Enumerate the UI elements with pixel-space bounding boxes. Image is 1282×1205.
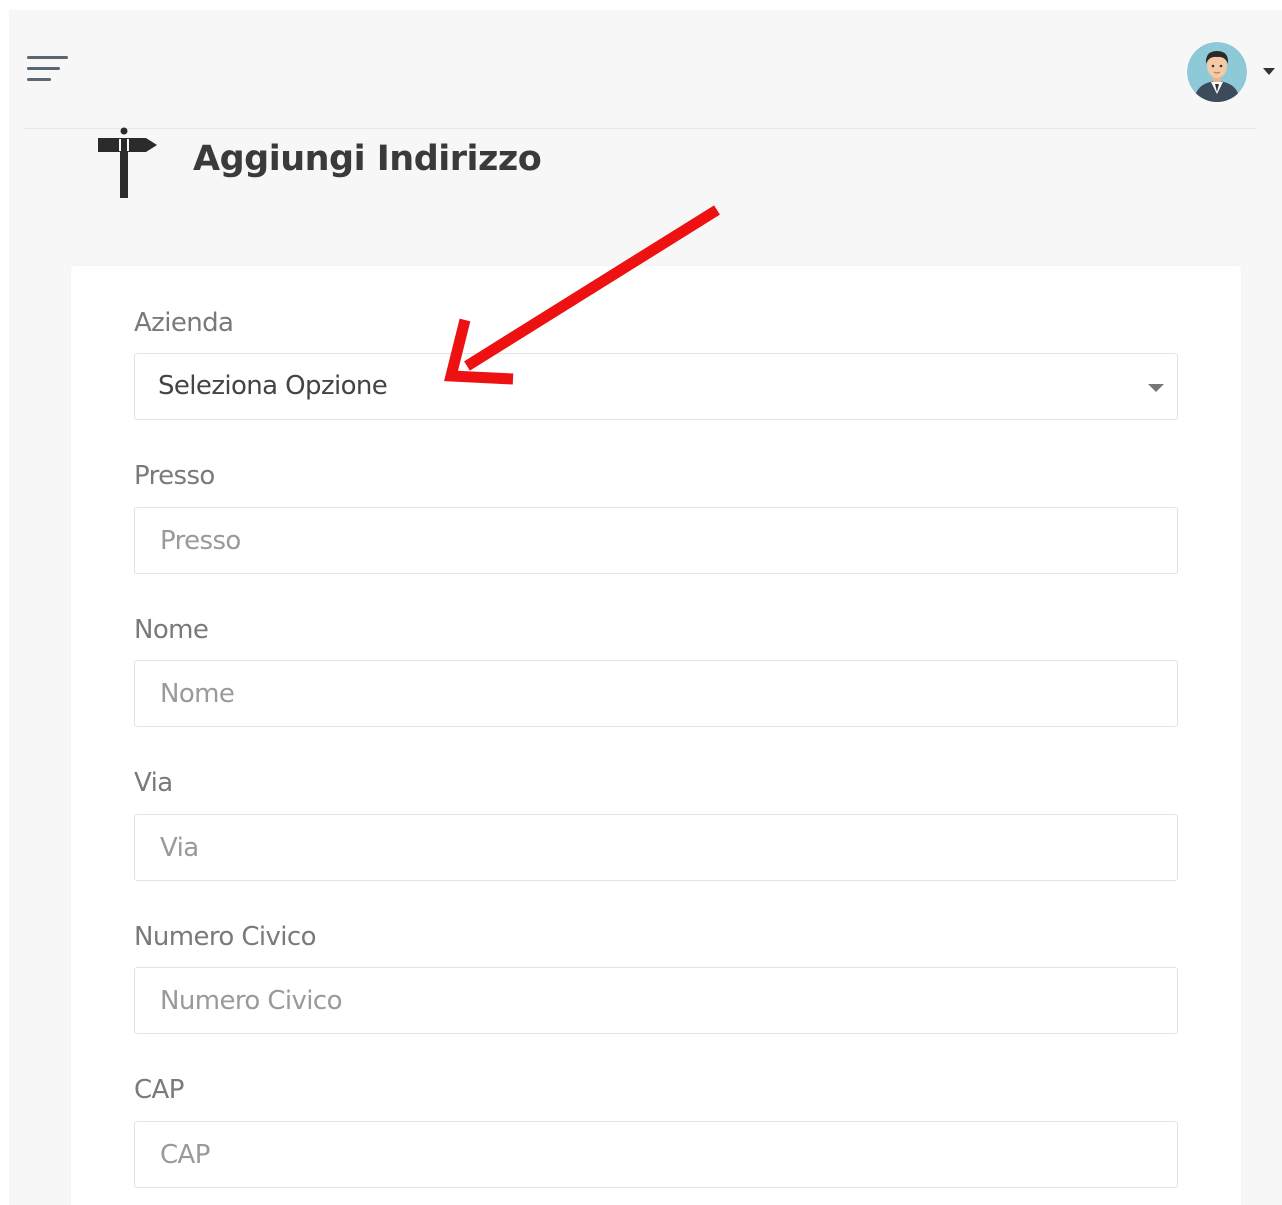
numero-civico-input[interactable]	[134, 967, 1178, 1034]
numero-civico-label: Numero Civico	[134, 922, 317, 952]
page-title: Aggiungi Indirizzo	[193, 139, 542, 179]
user-avatar-icon	[1187, 42, 1247, 102]
page-header: Aggiungi Indirizzo	[94, 126, 794, 206]
presso-input[interactable]	[134, 507, 1178, 574]
nome-input[interactable]	[134, 660, 1178, 727]
top-navbar	[9, 10, 1282, 128]
via-input[interactable]	[134, 814, 1178, 881]
azienda-label: Azienda	[134, 308, 234, 338]
via-label: Via	[134, 768, 173, 798]
address-form-card: Azienda Seleziona Opzione Presso Nome Vi…	[71, 266, 1241, 1205]
chevron-down-icon	[1148, 384, 1164, 392]
azienda-select-value: Seleziona Opzione	[158, 371, 388, 401]
hamburger-menu-icon[interactable]	[27, 54, 71, 84]
user-menu-button[interactable]	[1184, 40, 1279, 106]
red-arrow-icon	[429, 200, 729, 400]
app-window: Aggiungi Indirizzo Azienda Seleziona Opz…	[9, 10, 1282, 1205]
nome-label: Nome	[134, 615, 209, 645]
cap-input[interactable]	[134, 1121, 1178, 1188]
presso-label: Presso	[134, 461, 215, 491]
cap-label: CAP	[134, 1075, 184, 1105]
signpost-icon	[94, 126, 164, 204]
caret-down-icon	[1263, 68, 1275, 75]
